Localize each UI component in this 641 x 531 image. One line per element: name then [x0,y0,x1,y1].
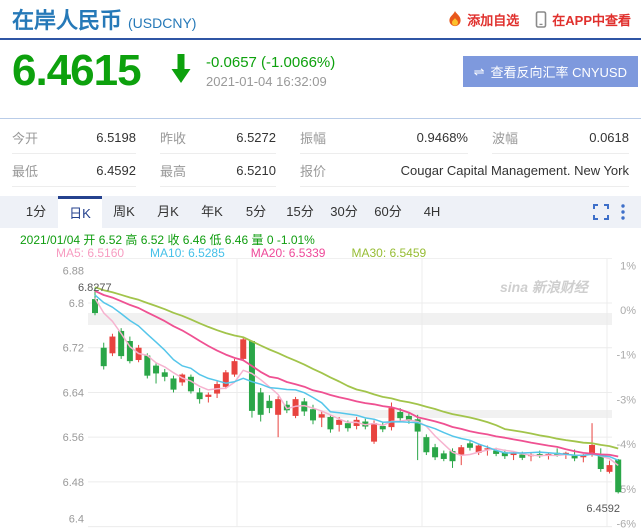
low-annotation: 6.4592 [586,503,620,515]
stats-grid: 今开 6.5198 昨收 6.5272 振幅 0.9468% 波幅 0.0618 最低 6.459… [0,118,641,187]
symbol-label: (USDCNY) [128,15,196,31]
stat-cell: 波幅 0.0618 [492,122,629,154]
tab-月K[interactable]: 月K [146,196,190,228]
stat-value: 0.0618 [589,130,629,145]
stat-value: 0.9468% [417,130,468,145]
y-axis-left-label: 6.72 [63,343,84,355]
phone-icon [535,11,547,28]
stat-label: 报价 [300,161,326,180]
stat-value: 6.4592 [96,163,136,178]
y-axis-left-label: 6.64 [63,387,84,399]
stat-cell: 最高 6.5210 [160,155,276,187]
view-in-app-label: 在APP中查看 [552,10,631,29]
stat-label: 波幅 [492,128,518,147]
y-axis-left-label: 6.8 [69,298,84,310]
stat-cell: 昨收 6.5272 [160,122,276,154]
y-axis-left-label: 6.48 [63,477,84,489]
high-annotation: 6.8277 [78,282,112,294]
fullscreen-icon[interactable] [593,204,609,220]
stat-cell: 振幅 0.9468% [300,122,468,154]
tab-4H[interactable]: 4H [410,196,454,228]
y-axis-right-label: -3% [616,394,636,406]
tab-周K[interactable]: 周K [102,196,146,228]
price-change: -0.0657 (-1.0066%) [206,54,335,71]
quote-timestamp: 2021-01-04 16:32:09 [206,74,335,89]
more-options-icon[interactable] [621,204,625,220]
y-axis-left-label: 6.88 [63,265,84,277]
stat-label: 今开 [12,128,38,147]
stat-cell: 最低 6.4592 [12,155,136,187]
y-axis-right-label: -6% [616,519,636,531]
y-axis-right-label: 1% [620,260,636,272]
stat-label: 最高 [160,161,186,180]
sina-watermark: sina 新浪财经 [500,279,590,295]
stat-cell: 报价 Cougar Capital Management. New York [300,155,629,187]
tab-日K[interactable]: 日K [58,196,102,228]
tab-年K[interactable]: 年K [190,196,234,228]
add-watchlist-button[interactable]: 添加自选 [448,10,519,29]
y-axis-left-label: 6.56 [63,432,84,444]
tab-5分[interactable]: 5分 [234,196,278,228]
stat-label: 最低 [12,161,38,180]
reverse-rate-label: 查看反向汇率 CNYUSD [490,62,627,81]
stat-value: 6.5272 [236,130,276,145]
down-arrow-icon [170,54,192,89]
y-axis-left-label: 6.4 [69,514,84,526]
tab-60分[interactable]: 60分 [366,196,410,228]
header-links: 添加自选 在APP中查看 [448,10,631,29]
tab-30分[interactable]: 30分 [322,196,366,228]
candlestick-chart[interactable]: 6.881%6.80%6.72-1%6.64-3%6.56-4%6.48-5%6… [0,258,641,531]
tab-icons [593,196,641,228]
current-price: 6.4615 [12,46,141,96]
stat-value: Cougar Capital Management. New York [401,163,629,178]
reverse-rate-button[interactable]: ⇌ 查看反向汇率 CNYUSD [463,56,638,87]
tab-1分[interactable]: 1分 [14,196,58,228]
y-axis-right-label: -4% [616,439,636,451]
stat-label: 昨收 [160,128,186,147]
change-block: -0.0657 (-1.0066%) 2021-01-04 16:32:09 [206,54,335,89]
stat-label: 振幅 [300,128,326,147]
stat-value: 6.5210 [236,163,276,178]
add-watchlist-label: 添加自选 [467,10,519,29]
stat-cell: 今开 6.5198 [12,122,136,154]
y-axis-right-label: 0% [620,305,636,317]
header: 在岸人民币 (USDCNY) 添加自选 在APP中查看 [0,0,641,40]
stat-value: 6.5198 [96,130,136,145]
y-axis-right-label: -1% [616,350,636,362]
swap-icon: ⇌ [474,64,485,80]
title-wrap: 在岸人民币 (USDCNY) [12,3,196,35]
page-title: 在岸人民币 [12,3,122,35]
tab-bar: 1分日K周K月K年K5分15分30分60分4H [0,196,641,228]
tab-15分[interactable]: 15分 [278,196,322,228]
flame-icon [448,11,462,28]
view-in-app-button[interactable]: 在APP中查看 [535,10,631,29]
tabs: 1分日K周K月K年K5分15分30分60分4H [14,196,454,228]
quote-section: 6.4615 -0.0657 (-1.0066%) 2021-01-04 16:… [0,46,641,116]
page: 在岸人民币 (USDCNY) 添加自选 在APP中查看 6.4615 -0. [0,0,641,531]
